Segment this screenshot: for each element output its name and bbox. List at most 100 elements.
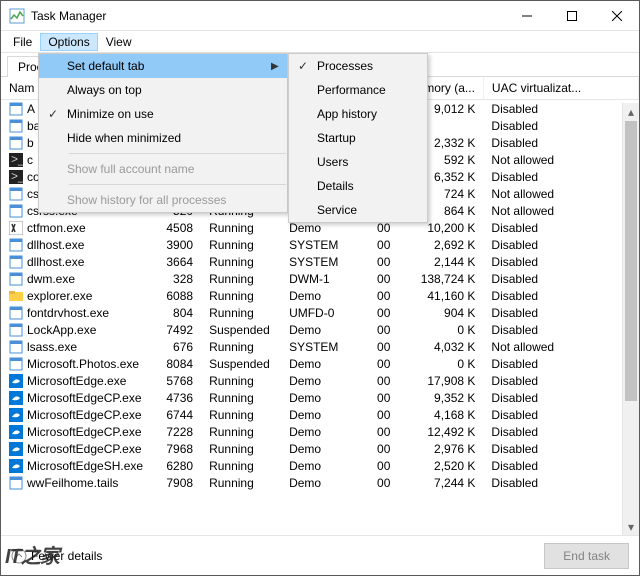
cell-uac: Disabled — [483, 134, 638, 151]
menuitem-hide-when-minimized[interactable]: Hide when minimized — [39, 126, 287, 150]
col-uac[interactable]: UAC virtualizat... — [483, 77, 638, 100]
cell-uac: Not allowed — [483, 151, 638, 168]
cell-status: Running — [201, 457, 281, 474]
cell-uac: Disabled — [483, 168, 638, 185]
cell-uac: Disabled — [483, 457, 638, 474]
menu-options[interactable]: Options — [40, 33, 97, 51]
menu-separator — [69, 184, 286, 185]
check-icon: ✓ — [39, 107, 67, 121]
table-row[interactable]: MicrosoftEdgeCP.exe7968RunningDemo002,97… — [1, 440, 639, 457]
cell-uac: Not allowed — [483, 202, 638, 219]
svg-text:>_: >_ — [11, 153, 23, 166]
scroll-up-icon[interactable]: ▴ — [623, 103, 639, 120]
process-icon — [9, 255, 23, 269]
table-row[interactable]: dwm.exe328RunningDWM-100138,724 KDisable… — [1, 270, 639, 287]
end-task-button[interactable]: End task — [544, 543, 629, 569]
submenu-processes[interactable]: ✓Processes — [289, 54, 427, 78]
cell-user: Demo — [281, 389, 356, 406]
table-row[interactable]: dllhost.exe3664RunningSYSTEM002,144 KDis… — [1, 253, 639, 270]
scroll-thumb[interactable] — [625, 121, 637, 401]
cell-status: Running — [201, 423, 281, 440]
table-row[interactable]: Microsoft.Photos.exe8084SuspendedDemo000… — [1, 355, 639, 372]
cell-cpu: 00 — [356, 236, 398, 253]
process-icon — [9, 306, 23, 320]
cell-mem: 41,160 K — [398, 287, 483, 304]
submenu-users[interactable]: Users — [289, 150, 427, 174]
submenu-service[interactable]: Service — [289, 198, 427, 222]
cell-name: dllhost.exe — [1, 236, 151, 253]
cell-mem: 4,168 K — [398, 406, 483, 423]
process-icon — [9, 221, 23, 235]
cell-status: Suspended — [201, 321, 281, 338]
cell-pid: 3900 — [151, 236, 201, 253]
process-icon — [9, 459, 23, 473]
cell-status: Running — [201, 474, 281, 491]
table-row[interactable]: lsass.exe676RunningSYSTEM004,032 KNot al… — [1, 338, 639, 355]
menuitem-set-default-tab[interactable]: Set default tab▶ — [39, 54, 287, 78]
submenu-performance[interactable]: Performance — [289, 78, 427, 102]
process-icon — [9, 340, 23, 354]
cell-status: Running — [201, 406, 281, 423]
table-row[interactable]: dllhost.exe3900RunningSYSTEM002,692 KDis… — [1, 236, 639, 253]
cell-pid: 7228 — [151, 423, 201, 440]
submenu-details[interactable]: Details — [289, 174, 427, 198]
cell-name: lsass.exe — [1, 338, 151, 355]
cell-uac: Disabled — [483, 304, 638, 321]
cell-uac: Disabled — [483, 236, 638, 253]
cell-mem: 2,692 K — [398, 236, 483, 253]
task-manager-window: Task Manager File Options View Proc Nam — [0, 0, 640, 576]
menu-separator — [69, 153, 286, 154]
submenu-startup[interactable]: Startup — [289, 126, 427, 150]
process-icon — [9, 272, 23, 286]
menuitem-minimize-on-use[interactable]: ✓Minimize on use — [39, 102, 287, 126]
menu-file[interactable]: File — [5, 33, 40, 51]
minimize-button[interactable] — [504, 1, 549, 30]
table-row[interactable]: LockApp.exe7492SuspendedDemo000 KDisable… — [1, 321, 639, 338]
process-icon — [9, 357, 23, 371]
cell-pid: 328 — [151, 270, 201, 287]
watermark: IT之家 — [5, 540, 59, 569]
table-row[interactable]: MicrosoftEdgeCP.exe7228RunningDemo0012,4… — [1, 423, 639, 440]
table-row[interactable]: MicrosoftEdgeCP.exe4736RunningDemo009,35… — [1, 389, 639, 406]
cell-user: Demo — [281, 372, 356, 389]
scroll-down-icon[interactable]: ▾ — [623, 518, 639, 535]
menuitem-always-on-top[interactable]: Always on top — [39, 78, 287, 102]
check-icon: ✓ — [289, 59, 317, 73]
cell-mem: 9,352 K — [398, 389, 483, 406]
cell-uac: Disabled — [483, 117, 638, 134]
table-row[interactable]: MicrosoftEdgeSH.exe6280RunningDemo002,52… — [1, 457, 639, 474]
cell-status: Running — [201, 304, 281, 321]
table-row[interactable]: MicrosoftEdge.exe5768RunningDemo0017,908… — [1, 372, 639, 389]
cell-cpu: 00 — [356, 321, 398, 338]
process-icon — [9, 204, 23, 218]
close-button[interactable] — [594, 1, 639, 30]
cell-name: dllhost.exe — [1, 253, 151, 270]
cell-pid: 7908 — [151, 474, 201, 491]
table-row[interactable]: wwFeilhome.tails7908RunningDemo007,244 K… — [1, 474, 639, 491]
cell-cpu: 00 — [356, 355, 398, 372]
svg-text:>_: >_ — [11, 170, 23, 183]
cell-cpu: 00 — [356, 389, 398, 406]
cell-cpu: 00 — [356, 372, 398, 389]
footer: Fewer details End task — [1, 535, 639, 575]
table-row[interactable]: MicrosoftEdgeCP.exe6744RunningDemo004,16… — [1, 406, 639, 423]
cell-status: Running — [201, 219, 281, 236]
cell-uac: Disabled — [483, 406, 638, 423]
cell-name: Microsoft.Photos.exe — [1, 355, 151, 372]
cell-status: Running — [201, 389, 281, 406]
vertical-scrollbar[interactable]: ▴ ▾ — [622, 103, 639, 535]
table-row[interactable]: fontdrvhost.exe804RunningUMFD-000904 KDi… — [1, 304, 639, 321]
options-dropdown: Set default tab▶ Always on top ✓Minimize… — [38, 53, 288, 213]
cell-mem: 0 K — [398, 355, 483, 372]
submenu-app-history[interactable]: App history — [289, 102, 427, 126]
cell-user: Demo — [281, 321, 356, 338]
cell-status: Running — [201, 287, 281, 304]
cell-name: MicrosoftEdge.exe — [1, 372, 151, 389]
table-row[interactable]: explorer.exe6088RunningDemo0041,160 KDis… — [1, 287, 639, 304]
cell-status: Running — [201, 372, 281, 389]
menubar: File Options View — [1, 31, 639, 53]
process-icon — [9, 102, 23, 116]
cell-pid: 7492 — [151, 321, 201, 338]
maximize-button[interactable] — [549, 1, 594, 30]
menu-view[interactable]: View — [98, 33, 140, 51]
